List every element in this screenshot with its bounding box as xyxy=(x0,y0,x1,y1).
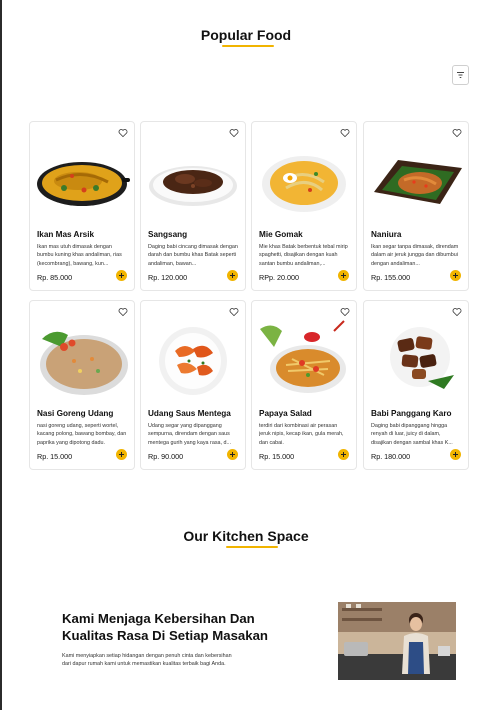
plus-icon xyxy=(341,273,346,278)
food-image-fish-curry xyxy=(34,138,130,222)
add-to-cart-button[interactable] xyxy=(116,449,127,460)
food-description: Daging babi cincang dimasak dengan darah… xyxy=(148,244,238,267)
food-card-sangsang[interactable]: Sangsang Daging babi cincang dimasak den… xyxy=(140,121,246,291)
add-to-cart-button[interactable] xyxy=(227,449,238,460)
food-name: Sangsang xyxy=(148,230,188,239)
food-price: Rp. 15.000 xyxy=(37,452,73,461)
food-image-fish-on-leaf xyxy=(368,138,464,222)
food-price: Rp. 120.000 xyxy=(148,273,188,282)
food-description: Ikan segar tanpa dimasak, direndam dalam… xyxy=(371,244,459,267)
food-image-papaya-salad xyxy=(256,317,352,401)
food-card-ikan-mas-arsik[interactable]: Ikan Mas Arsik Ikan mas utuh dimasak den… xyxy=(29,121,135,291)
food-card-papaya-salad[interactable]: Papaya Salad terdiri dari kombinasi air … xyxy=(251,300,357,470)
plus-icon xyxy=(230,273,235,278)
food-card-babi-panggang-karo[interactable]: Babi Panggang Karo Daging babi dipanggan… xyxy=(363,300,469,470)
heart-icon[interactable] xyxy=(340,128,350,138)
food-image-meat-stew xyxy=(145,138,241,222)
food-description: Mie khas Batak berbentuk tebal mirip spa… xyxy=(259,244,348,267)
kitchen-photo xyxy=(338,602,456,680)
food-image-fried-rice xyxy=(34,317,130,401)
food-description: Ikan mas utuh dimasak dengan bumbu kunin… xyxy=(37,244,122,267)
add-to-cart-button[interactable] xyxy=(450,270,461,281)
heart-icon[interactable] xyxy=(452,128,462,138)
food-description: Daging babi dipanggang hingga renyah di … xyxy=(371,423,453,446)
food-image-roast-pork xyxy=(368,317,464,401)
plus-icon xyxy=(341,452,346,457)
food-price: Rp. 85.000 xyxy=(37,273,73,282)
heart-icon[interactable] xyxy=(452,307,462,317)
heart-icon[interactable] xyxy=(118,128,128,138)
title-underline xyxy=(226,546,278,548)
food-price: Rp. 155.000 xyxy=(371,273,411,282)
food-description: nasi goreng udang, seperti wortel, kacan… xyxy=(37,423,127,446)
food-price: Rp. 15.000 xyxy=(259,452,295,461)
food-name: Ikan Mas Arsik xyxy=(37,230,95,239)
food-description: terdiri dari kombinasi air perasan jeruk… xyxy=(259,423,344,446)
heart-icon[interactable] xyxy=(118,307,128,317)
add-to-cart-button[interactable] xyxy=(450,449,461,460)
food-name: Udang Saus Mentega xyxy=(148,409,231,418)
kitchen-heading: Kami Menjaga Kebersihan Dan Kualitas Ras… xyxy=(62,611,268,643)
add-to-cart-button[interactable] xyxy=(338,270,349,281)
kitchen-section-title: Our Kitchen Space xyxy=(183,528,309,544)
food-card-naniura[interactable]: Naniura Ikan segar tanpa dimasak, dirend… xyxy=(363,121,469,291)
add-to-cart-button[interactable] xyxy=(227,270,238,281)
plus-icon xyxy=(119,452,124,457)
food-name: Papaya Salad xyxy=(259,409,312,418)
heart-icon[interactable] xyxy=(229,128,239,138)
food-price: Rp. 180.000 xyxy=(371,452,411,461)
food-name: Nasi Goreng Udang xyxy=(37,409,114,418)
title-underline xyxy=(222,45,274,47)
food-image-noodle-soup xyxy=(256,138,352,222)
plus-icon xyxy=(230,452,235,457)
filter-lines-icon xyxy=(457,72,464,78)
popular-food-title: Popular Food xyxy=(200,27,292,43)
plus-icon xyxy=(453,273,458,278)
food-card-mie-gomak[interactable]: Mie Gomak Mie khas Batak berbentuk tebal… xyxy=(251,121,357,291)
food-name: Mie Gomak xyxy=(259,230,303,239)
food-description: Udang segar yang dipanggang sempurna, di… xyxy=(148,423,232,446)
add-to-cart-button[interactable] xyxy=(338,449,349,460)
heart-icon[interactable] xyxy=(340,307,350,317)
kitchen-description: Kami menyiapkan setiap hidangan dengan p… xyxy=(62,653,232,667)
food-price: RPp. 20.000 xyxy=(259,273,299,282)
plus-icon xyxy=(119,273,124,278)
food-card-udang-saus-mentega[interactable]: Udang Saus Mentega Udang segar yang dipa… xyxy=(140,300,246,470)
food-price: Rp. 90.000 xyxy=(148,452,184,461)
food-name: Naniura xyxy=(371,230,402,239)
left-border xyxy=(0,0,2,710)
filter-button[interactable] xyxy=(452,65,469,85)
add-to-cart-button[interactable] xyxy=(116,270,127,281)
plus-icon xyxy=(453,452,458,457)
heart-icon[interactable] xyxy=(229,307,239,317)
food-card-nasi-goreng-udang[interactable]: Nasi Goreng Udang nasi goreng udang, sep… xyxy=(29,300,135,470)
food-image-butter-shrimp xyxy=(145,317,241,401)
food-name: Babi Panggang Karo xyxy=(371,409,452,418)
